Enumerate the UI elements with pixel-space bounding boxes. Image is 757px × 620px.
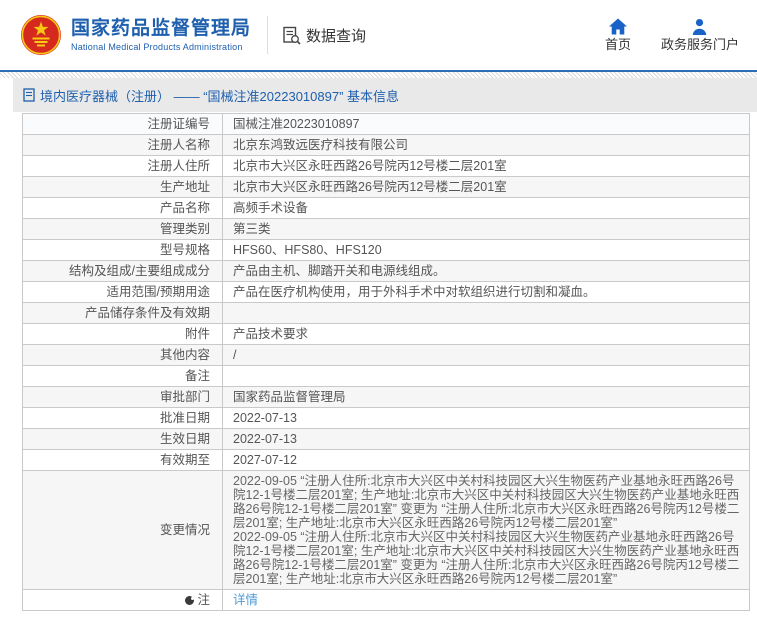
info-table: 注册证编号 国械注准20223010897 注册人名称 北京东鸿致远医疗科技有限公司注… xyxy=(22,113,750,611)
row-label: 注册人名称 xyxy=(23,135,223,155)
row-value: 北京市大兴区永旺西路26号院丙12号楼二层201室 xyxy=(233,180,507,194)
row-label: 有效期至 xyxy=(23,450,223,470)
row-value: / xyxy=(233,348,237,362)
table-row: 批准日期 2022-07-13 xyxy=(23,408,749,429)
row-value: 产品技术要求 xyxy=(233,327,309,341)
row-label: 批准日期 xyxy=(23,408,223,428)
table-row: 注详情 xyxy=(23,590,749,611)
row-value: HFS60、HFS80、HFS120 xyxy=(233,243,382,257)
row-label: 生产地址 xyxy=(23,177,223,197)
site-logo[interactable]: 国家药品监督管理局 National Medical Products Admi… xyxy=(20,14,251,56)
table-row: 型号规格 HFS60、HFS80、HFS120 xyxy=(23,240,749,261)
national-emblem-icon xyxy=(21,15,61,55)
row-label: 型号规格 xyxy=(23,240,223,260)
row-value: 详情 xyxy=(223,590,749,610)
row-value: 国家药品监督管理局 xyxy=(233,390,346,404)
row-value: 高频手术设备 xyxy=(233,201,309,215)
row-label: 其他内容 xyxy=(23,345,223,365)
row-label: 产品储存条件及有效期 xyxy=(23,303,223,323)
row-value: 产品在医疗机构使用，用于外科手术中对软组织进行切割和凝血。 xyxy=(233,285,596,299)
row-value: 2027-07-12 xyxy=(233,453,297,467)
row-label: 附件 xyxy=(23,324,223,344)
row-label: 结构及组成/主要组成成分 xyxy=(23,261,223,281)
row-label: 产品名称 xyxy=(23,198,223,218)
row-value: 北京东鸿致远医疗科技有限公司 xyxy=(233,138,409,152)
breadcrumb-text: 境内医疗器械（注册） —— “国械注准20223010897” 基本信息 xyxy=(40,88,400,104)
row-value: 国械注准20223010897 xyxy=(233,117,360,131)
table-row: 变更情况 2022-09-05 “注册人住所:北京市大兴区中关村科技园区大兴生物医… xyxy=(23,471,749,590)
nav-home-label: 首页 xyxy=(604,37,631,52)
table-row: 有效期至 2027-07-12 xyxy=(23,450,749,471)
row-label: 备注 xyxy=(23,366,223,386)
row-value: 第三类 xyxy=(233,222,271,236)
table-row: 结构及组成/主要组成成分 产品由主机、脚踏开关和电源线组成。 xyxy=(23,261,749,282)
table-row: 管理类别 第三类 xyxy=(23,219,749,240)
table-row: 审批部门 国家药品监督管理局 xyxy=(23,387,749,408)
data-query-label: 数据查询 xyxy=(306,27,367,45)
nav-item-home[interactable]: 首页 xyxy=(605,18,631,52)
table-row: 生效日期 2022-07-13 xyxy=(23,429,749,450)
home-icon xyxy=(608,18,627,35)
table-row: 生产地址 北京市大兴区永旺西路26号院丙12号楼二层201室 xyxy=(23,177,749,198)
row-value: 产品由主机、脚踏开关和电源线组成。 xyxy=(233,264,446,278)
row-label: 注册证编号 xyxy=(23,114,223,134)
row-value: 2022-09-05 “注册人住所:北京市大兴区中关村科技园区大兴生物医药产业基… xyxy=(223,471,749,589)
org-name-en: National Medical Products Administration xyxy=(71,42,243,52)
row-label: 注册人住所 xyxy=(23,156,223,176)
table-row: 产品名称 高频手术设备 xyxy=(23,198,749,219)
site-header: 国家药品监督管理局 National Medical Products Admi… xyxy=(0,0,757,70)
change-paragraph: 2022-09-05 “注册人住所:北京市大兴区中关村科技园区大兴生物医药产业基… xyxy=(233,474,740,530)
note-circle-icon xyxy=(185,595,195,605)
row-label: 适用范围/预期用途 xyxy=(23,282,223,302)
table-row: 注册人名称 北京东鸿致远医疗科技有限公司 xyxy=(23,135,749,156)
row-value xyxy=(223,366,749,386)
breadcrumb: 境内医疗器械（注册） —— “国械注准20223010897” 基本信息 xyxy=(13,78,757,112)
row-label: 注 xyxy=(23,590,223,610)
table-row: 产品储存条件及有效期 xyxy=(23,303,749,324)
person-icon xyxy=(693,19,707,35)
table-row: 其他内容 / xyxy=(23,345,749,366)
row-label: 生效日期 xyxy=(23,429,223,449)
page-doc-icon xyxy=(23,88,35,102)
table-row: 附件 产品技术要求 xyxy=(23,324,749,345)
data-query-section[interactable]: 数据查询 xyxy=(282,25,366,46)
table-row: 适用范围/预期用途 产品在医疗机构使用，用于外科手术中对软组织进行切割和凝血。 xyxy=(23,282,749,303)
row-label: 变更情况 xyxy=(23,471,223,589)
nav-gov-portal-label: 政务服务门户 xyxy=(660,37,739,52)
org-name-zh: 国家药品监督管理局 xyxy=(71,18,252,39)
row-label: 管理类别 xyxy=(23,219,223,239)
document-search-icon xyxy=(283,26,301,45)
table-row: 注册证编号 国械注准20223010897 xyxy=(23,114,749,135)
table-row: 备注 xyxy=(23,366,749,387)
row-value xyxy=(223,303,749,323)
table-row: 注册人住所 北京市大兴区永旺西路26号院丙12号楼二层201室 xyxy=(23,156,749,177)
row-label: 审批部门 xyxy=(23,387,223,407)
header-nav: 首页 政务服务门户 xyxy=(605,18,739,52)
row-value: 北京市大兴区永旺西路26号院丙12号楼二层201室 xyxy=(233,159,507,173)
nav-item-gov-portal[interactable]: 政务服务门户 xyxy=(661,18,739,52)
details-link[interactable]: 详情 xyxy=(233,593,741,607)
row-value: 2022-07-13 xyxy=(233,432,297,446)
row-value: 2022-07-13 xyxy=(233,411,297,425)
header-divider xyxy=(267,16,269,54)
change-paragraph: 2022-09-05 “注册人住所:北京市大兴区中关村科技园区大兴生物医药产业基… xyxy=(233,530,740,586)
